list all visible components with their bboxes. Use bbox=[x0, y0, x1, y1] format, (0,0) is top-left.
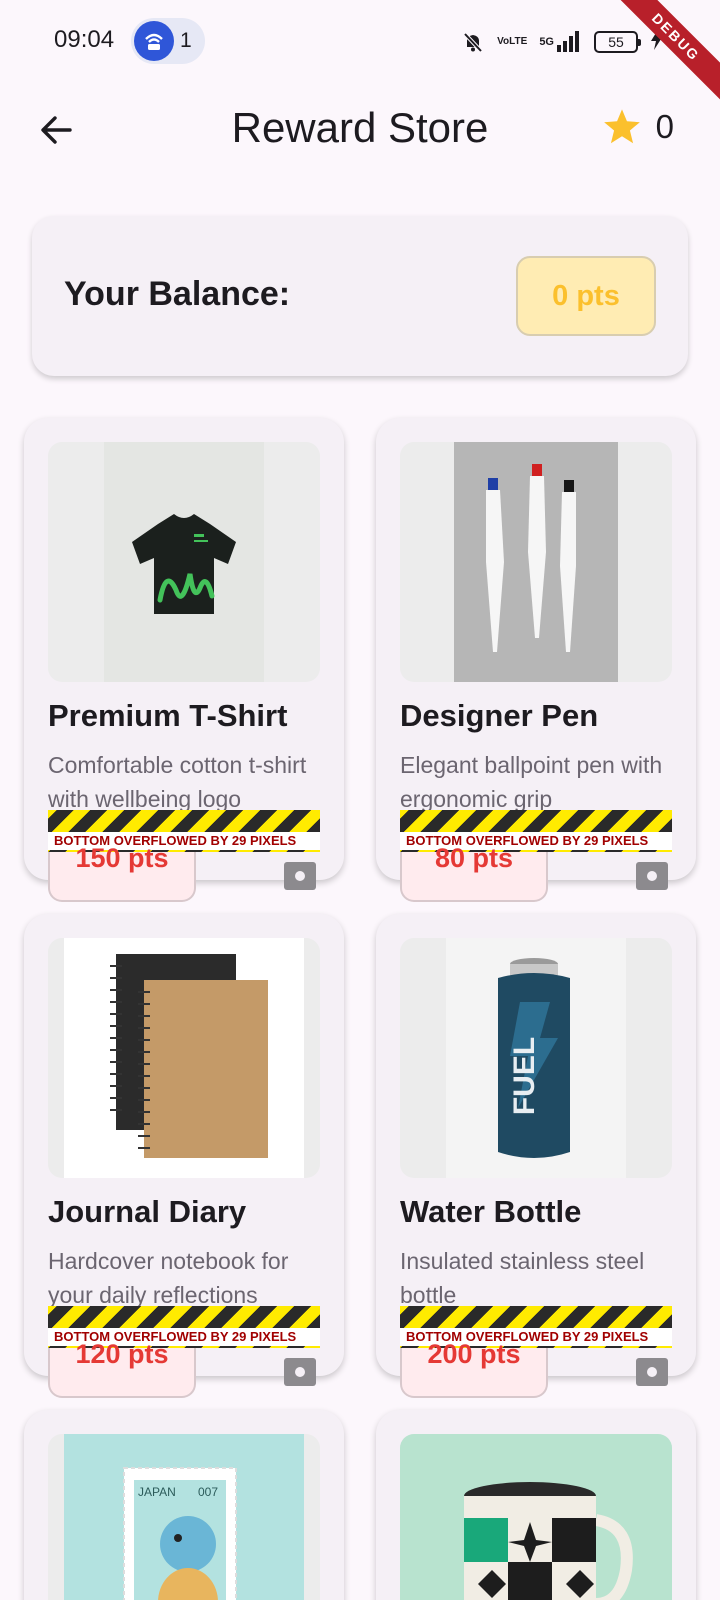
image-icon bbox=[284, 862, 316, 890]
battery-icon: 55 bbox=[594, 30, 641, 53]
network-label: 5G bbox=[539, 35, 554, 48]
price-badge[interactable]: 200 pts bbox=[400, 1339, 548, 1398]
hotspot-indicator[interactable]: 1 bbox=[131, 18, 205, 64]
product-card[interactable]: Journal Diary Hardcover notebook for you… bbox=[24, 914, 344, 1398]
product-title: Water Bottle bbox=[400, 1194, 582, 1229]
stamp-country: JAPAN bbox=[138, 1485, 176, 1499]
price-badge[interactable]: 150 pts bbox=[48, 843, 196, 902]
image-icon bbox=[636, 862, 668, 890]
product-image-tshirt bbox=[48, 442, 320, 682]
volte-icon: Vo LTE bbox=[497, 35, 528, 47]
status-bar: 09:04 1 Vo LTE 5G 55 DEBUG bbox=[0, 0, 720, 117]
product-card[interactable]: FUEL Water Bottle Insulated stainless st… bbox=[376, 914, 696, 1398]
bell-off-icon bbox=[461, 30, 485, 54]
product-description: Comfortable cotton t-shirt with wellbein… bbox=[48, 752, 307, 812]
product-title: Journal Diary bbox=[48, 1194, 247, 1229]
product-card[interactable]: Designer Pen Elegant ballpoint pen with … bbox=[376, 418, 696, 902]
price-badge[interactable]: 120 pts bbox=[48, 1339, 196, 1398]
status-time: 09:04 bbox=[54, 26, 115, 53]
hotspot-icon bbox=[134, 21, 174, 61]
price-badge[interactable]: 80 pts bbox=[400, 843, 548, 902]
product-card[interactable]: JAPAN 007 bbox=[24, 1410, 344, 1600]
volte-bottom: LTE bbox=[509, 35, 528, 47]
svg-text:FUEL: FUEL bbox=[508, 1037, 541, 1115]
product-description: Insulated stainless steel bottle bbox=[400, 1248, 645, 1308]
image-icon bbox=[284, 1358, 316, 1386]
price-label: 120 pts bbox=[75, 1339, 169, 1369]
product-title: Premium T-Shirt bbox=[48, 698, 288, 733]
product-description: Elegant ballpoint pen with ergonomic gri… bbox=[400, 752, 663, 812]
product-image-stamp: JAPAN 007 bbox=[48, 1434, 320, 1600]
balance-label: Your Balance: bbox=[64, 275, 291, 313]
app-bar: Reward Store 0 bbox=[0, 84, 720, 174]
points-indicator: 0 bbox=[602, 108, 674, 146]
product-image-pen bbox=[400, 442, 672, 682]
star-icon bbox=[603, 109, 640, 144]
signal-icon: 5G bbox=[539, 30, 582, 53]
balance-card: Your Balance: 0 pts bbox=[32, 216, 688, 376]
image-icon bbox=[636, 1358, 668, 1386]
volte-top: Vo bbox=[497, 35, 510, 47]
hotspot-count: 1 bbox=[180, 29, 192, 52]
product-card[interactable]: Premium T-Shirt Comfortable cotton t-shi… bbox=[24, 418, 344, 902]
product-title: Designer Pen bbox=[400, 698, 599, 733]
product-image-mug bbox=[400, 1434, 672, 1600]
product-description: Hardcover notebook for your daily reflec… bbox=[48, 1248, 289, 1308]
battery-level: 55 bbox=[608, 33, 624, 50]
balance-value-badge: 0 pts bbox=[516, 256, 656, 336]
price-label: 80 pts bbox=[434, 843, 514, 873]
price-label: 150 pts bbox=[75, 843, 169, 873]
product-card[interactable] bbox=[376, 1410, 696, 1600]
product-image-journal bbox=[48, 938, 320, 1178]
stamp-code: 007 bbox=[198, 1485, 218, 1499]
product-image-bottle: FUEL bbox=[400, 938, 672, 1178]
price-label: 200 pts bbox=[427, 1339, 521, 1369]
points-count: 0 bbox=[655, 108, 674, 145]
